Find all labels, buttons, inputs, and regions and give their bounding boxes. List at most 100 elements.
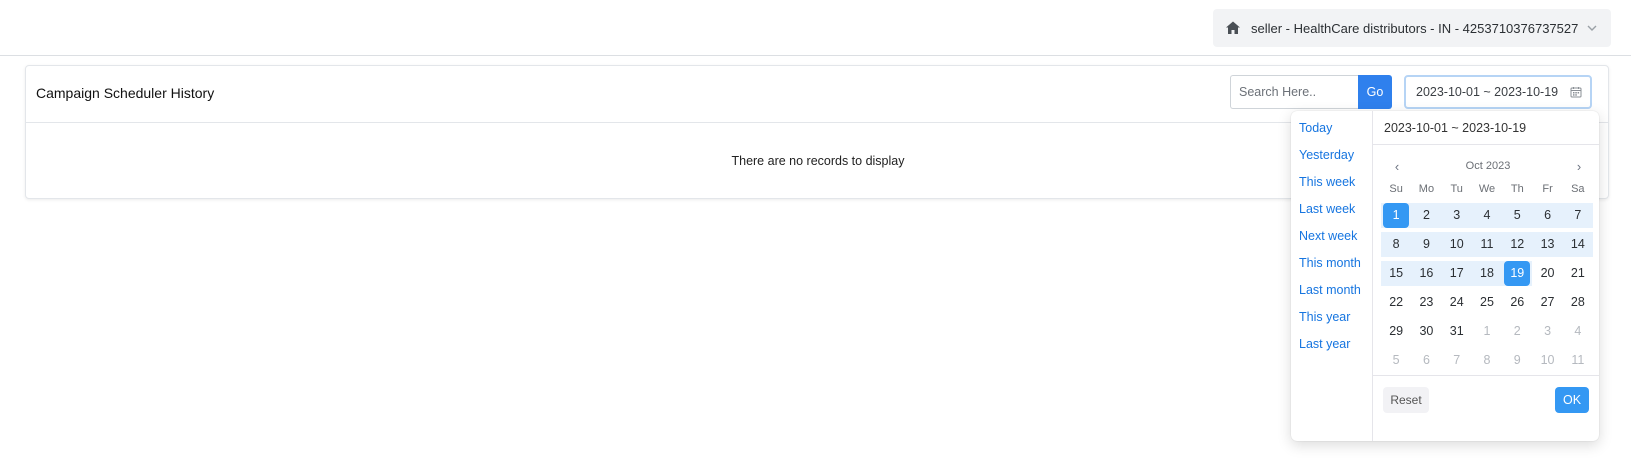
range-next-week[interactable]: Next week bbox=[1291, 223, 1372, 250]
calendar-day[interactable]: 3 bbox=[1441, 203, 1472, 228]
calendar-day[interactable]: 6 bbox=[1532, 203, 1563, 228]
calendar-day[interactable]: 30 bbox=[1411, 319, 1441, 344]
weekday-label: Th bbox=[1510, 183, 1524, 195]
chevron-right-icon[interactable]: › bbox=[1573, 159, 1585, 174]
calendar-day[interactable]: 7 bbox=[1442, 348, 1472, 373]
calendar-day-number: 7 bbox=[1574, 208, 1582, 222]
calendar-day[interactable]: 7 bbox=[1562, 203, 1593, 228]
range-today[interactable]: Today bbox=[1291, 115, 1372, 142]
calendar-day[interactable]: 23 bbox=[1411, 290, 1441, 315]
calendar-day[interactable]: 3 bbox=[1532, 319, 1562, 344]
account-selector[interactable]: seller - HealthCare distributors - IN - … bbox=[1213, 9, 1611, 47]
calendar-day-number: 9 bbox=[1513, 353, 1521, 367]
range-this-month[interactable]: This month bbox=[1291, 250, 1372, 277]
calendar-day-number: 11 bbox=[1480, 237, 1494, 251]
range-this-week[interactable]: This week bbox=[1291, 169, 1372, 196]
date-range-input[interactable]: 2023-10-01 ~ 2023-10-19 bbox=[1404, 75, 1592, 109]
calendar-day[interactable]: 27 bbox=[1532, 290, 1562, 315]
chevron-left-icon[interactable]: ‹ bbox=[1391, 159, 1403, 174]
calendar-day-number: 27 bbox=[1540, 295, 1555, 309]
weekday-label: Sa bbox=[1571, 183, 1585, 195]
calendar-day[interactable]: 4 bbox=[1471, 203, 1503, 228]
calendar-day-number: 12 bbox=[1510, 237, 1525, 251]
calendar-day[interactable]: 31 bbox=[1442, 319, 1472, 344]
range-last-month[interactable]: Last month bbox=[1291, 277, 1372, 304]
weekday-label: Su bbox=[1389, 183, 1403, 195]
calendar-day[interactable]: 21 bbox=[1563, 261, 1593, 286]
calendar-day[interactable]: 10 bbox=[1532, 348, 1562, 373]
calendar-day[interactable]: 20 bbox=[1532, 261, 1562, 286]
calendar-day[interactable]: 22 bbox=[1381, 290, 1411, 315]
calendar-day-number: 9 bbox=[1422, 237, 1430, 251]
calendar-day[interactable]: 16 bbox=[1411, 261, 1442, 286]
home-icon bbox=[1225, 20, 1241, 36]
search-group: Go bbox=[1230, 75, 1392, 109]
calendar-day-number: 29 bbox=[1389, 324, 1404, 338]
go-button[interactable]: Go bbox=[1358, 75, 1392, 109]
month-label[interactable]: Oct 2023 bbox=[1466, 160, 1511, 172]
calendar-day[interactable]: 5 bbox=[1381, 348, 1411, 373]
calendar-day[interactable]: 13 bbox=[1532, 232, 1563, 257]
calendar-week-row: 5 6 7 8 9 10 11 bbox=[1381, 346, 1593, 375]
calendar-week-row: 8 9 10 11 12 13 14 bbox=[1381, 230, 1593, 259]
calendar-day[interactable]: 26 bbox=[1502, 290, 1532, 315]
chevron-down-icon[interactable] bbox=[1585, 21, 1599, 35]
calendar-day-number: 18 bbox=[1480, 266, 1494, 280]
calendar-day[interactable]: 1 bbox=[1472, 319, 1502, 344]
calendar-day[interactable]: 15 bbox=[1381, 261, 1412, 286]
top-bar: seller - HealthCare distributors - IN - … bbox=[0, 0, 1631, 56]
calendar-day[interactable]: 6 bbox=[1411, 348, 1441, 373]
picker-footer: Reset OK bbox=[1373, 375, 1599, 441]
calendar-day-number: 24 bbox=[1449, 295, 1464, 309]
calendar-day-number: 8 bbox=[1483, 353, 1491, 367]
calendar-day-number: 1 bbox=[1383, 203, 1410, 228]
calendar-day-number: 6 bbox=[1544, 208, 1552, 222]
calendar-day[interactable]: 4 bbox=[1563, 319, 1593, 344]
calendar-day[interactable]: 18 bbox=[1471, 261, 1503, 286]
calendar-day[interactable]: 8 bbox=[1381, 232, 1412, 257]
calendar-day-number: 2 bbox=[1422, 208, 1430, 222]
calendar-day-number: 6 bbox=[1422, 353, 1430, 367]
calendar-day[interactable]: 25 bbox=[1472, 290, 1502, 315]
calendar-day-number: 3 bbox=[1453, 208, 1461, 222]
calendar-day-number: 25 bbox=[1480, 295, 1494, 309]
calendar-day-number: 10 bbox=[1449, 237, 1464, 251]
calendar-day[interactable]: 12 bbox=[1502, 232, 1533, 257]
calendar-day-number: 14 bbox=[1570, 237, 1585, 251]
calendar-day[interactable]: 29 bbox=[1381, 319, 1411, 344]
calendar-day[interactable]: 5 bbox=[1502, 203, 1533, 228]
calendar-day[interactable]: 11 bbox=[1563, 348, 1593, 373]
calendar-day[interactable]: 11 bbox=[1471, 232, 1503, 257]
ok-button[interactable]: OK bbox=[1555, 387, 1589, 413]
calendar-day-range-end[interactable]: 19 bbox=[1502, 261, 1533, 286]
weekday-label: We bbox=[1478, 183, 1496, 195]
calendar-day-number: 4 bbox=[1483, 208, 1491, 222]
range-last-year[interactable]: Last year bbox=[1291, 331, 1372, 358]
calendar-day[interactable]: 2 bbox=[1411, 203, 1442, 228]
range-last-week[interactable]: Last week bbox=[1291, 196, 1372, 223]
calendar-day[interactable]: 14 bbox=[1562, 232, 1593, 257]
calendar-day-number: 21 bbox=[1570, 266, 1585, 280]
calendar-day[interactable]: 24 bbox=[1442, 290, 1472, 315]
calendar-day[interactable]: 9 bbox=[1502, 348, 1532, 373]
calendar-day[interactable]: 8 bbox=[1472, 348, 1502, 373]
calendar-day[interactable]: 9 bbox=[1411, 232, 1442, 257]
search-input[interactable] bbox=[1230, 75, 1358, 109]
reset-button[interactable]: Reset bbox=[1383, 387, 1429, 413]
calendar-day-number: 16 bbox=[1419, 266, 1434, 280]
calendar-day-range-start[interactable]: 1 bbox=[1381, 203, 1412, 228]
calendar-day[interactable]: 10 bbox=[1441, 232, 1472, 257]
date-range-picker: Today Yesterday This week Last week Next… bbox=[1291, 111, 1599, 441]
calendar-week-row: 12 3 4 5 6 7 bbox=[1381, 201, 1593, 230]
weekday-label: Tu bbox=[1450, 183, 1463, 195]
account-label: seller - HealthCare distributors - IN - … bbox=[1251, 20, 1579, 36]
range-this-year[interactable]: This year bbox=[1291, 304, 1372, 331]
calendar-day-number: 20 bbox=[1540, 266, 1555, 280]
month-navigation: ‹ Oct 2023 › bbox=[1373, 156, 1599, 176]
calendar-day[interactable]: 17 bbox=[1441, 261, 1472, 286]
calendar-day[interactable]: 28 bbox=[1563, 290, 1593, 315]
calendar-day-number: 31 bbox=[1449, 324, 1464, 338]
range-yesterday[interactable]: Yesterday bbox=[1291, 142, 1372, 169]
weekday-header: Su Mo Tu We Th Fr Sa bbox=[1381, 181, 1593, 197]
calendar-day[interactable]: 2 bbox=[1502, 319, 1532, 344]
